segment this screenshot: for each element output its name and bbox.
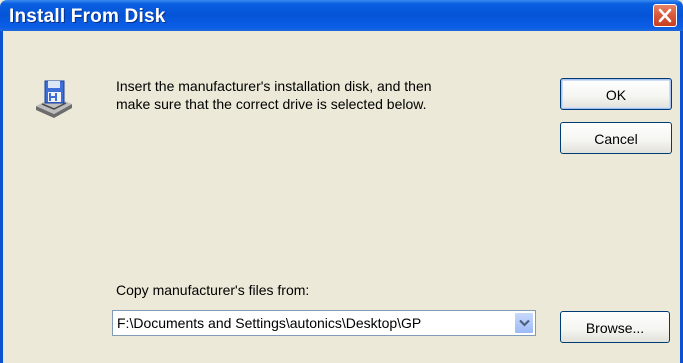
instruction-line-1: Insert the manufacturer's installation d…	[116, 78, 432, 94]
instruction-line-2: make sure that the correct drive is sele…	[116, 96, 427, 112]
close-icon	[658, 8, 672, 23]
title-bar[interactable]: Install From Disk	[0, 0, 683, 31]
ok-button[interactable]: OK	[560, 78, 672, 110]
instruction-text: Insert the manufacturer's installation d…	[116, 77, 526, 113]
chevron-down-icon	[519, 319, 530, 327]
browse-button[interactable]: Browse...	[560, 311, 670, 343]
copy-from-label: Copy manufacturer's files from:	[116, 282, 310, 298]
copy-from-path[interactable]: F:\Documents and Settings\autonics\Deskt…	[117, 315, 509, 331]
copy-from-combobox[interactable]: F:\Documents and Settings\autonics\Deskt…	[112, 310, 536, 336]
floppy-disk-drive-icon	[36, 80, 72, 118]
dropdown-button[interactable]	[514, 312, 534, 334]
cancel-button[interactable]: Cancel	[560, 122, 672, 154]
window-title: Install From Disk	[9, 6, 166, 27]
close-button[interactable]	[653, 4, 677, 27]
